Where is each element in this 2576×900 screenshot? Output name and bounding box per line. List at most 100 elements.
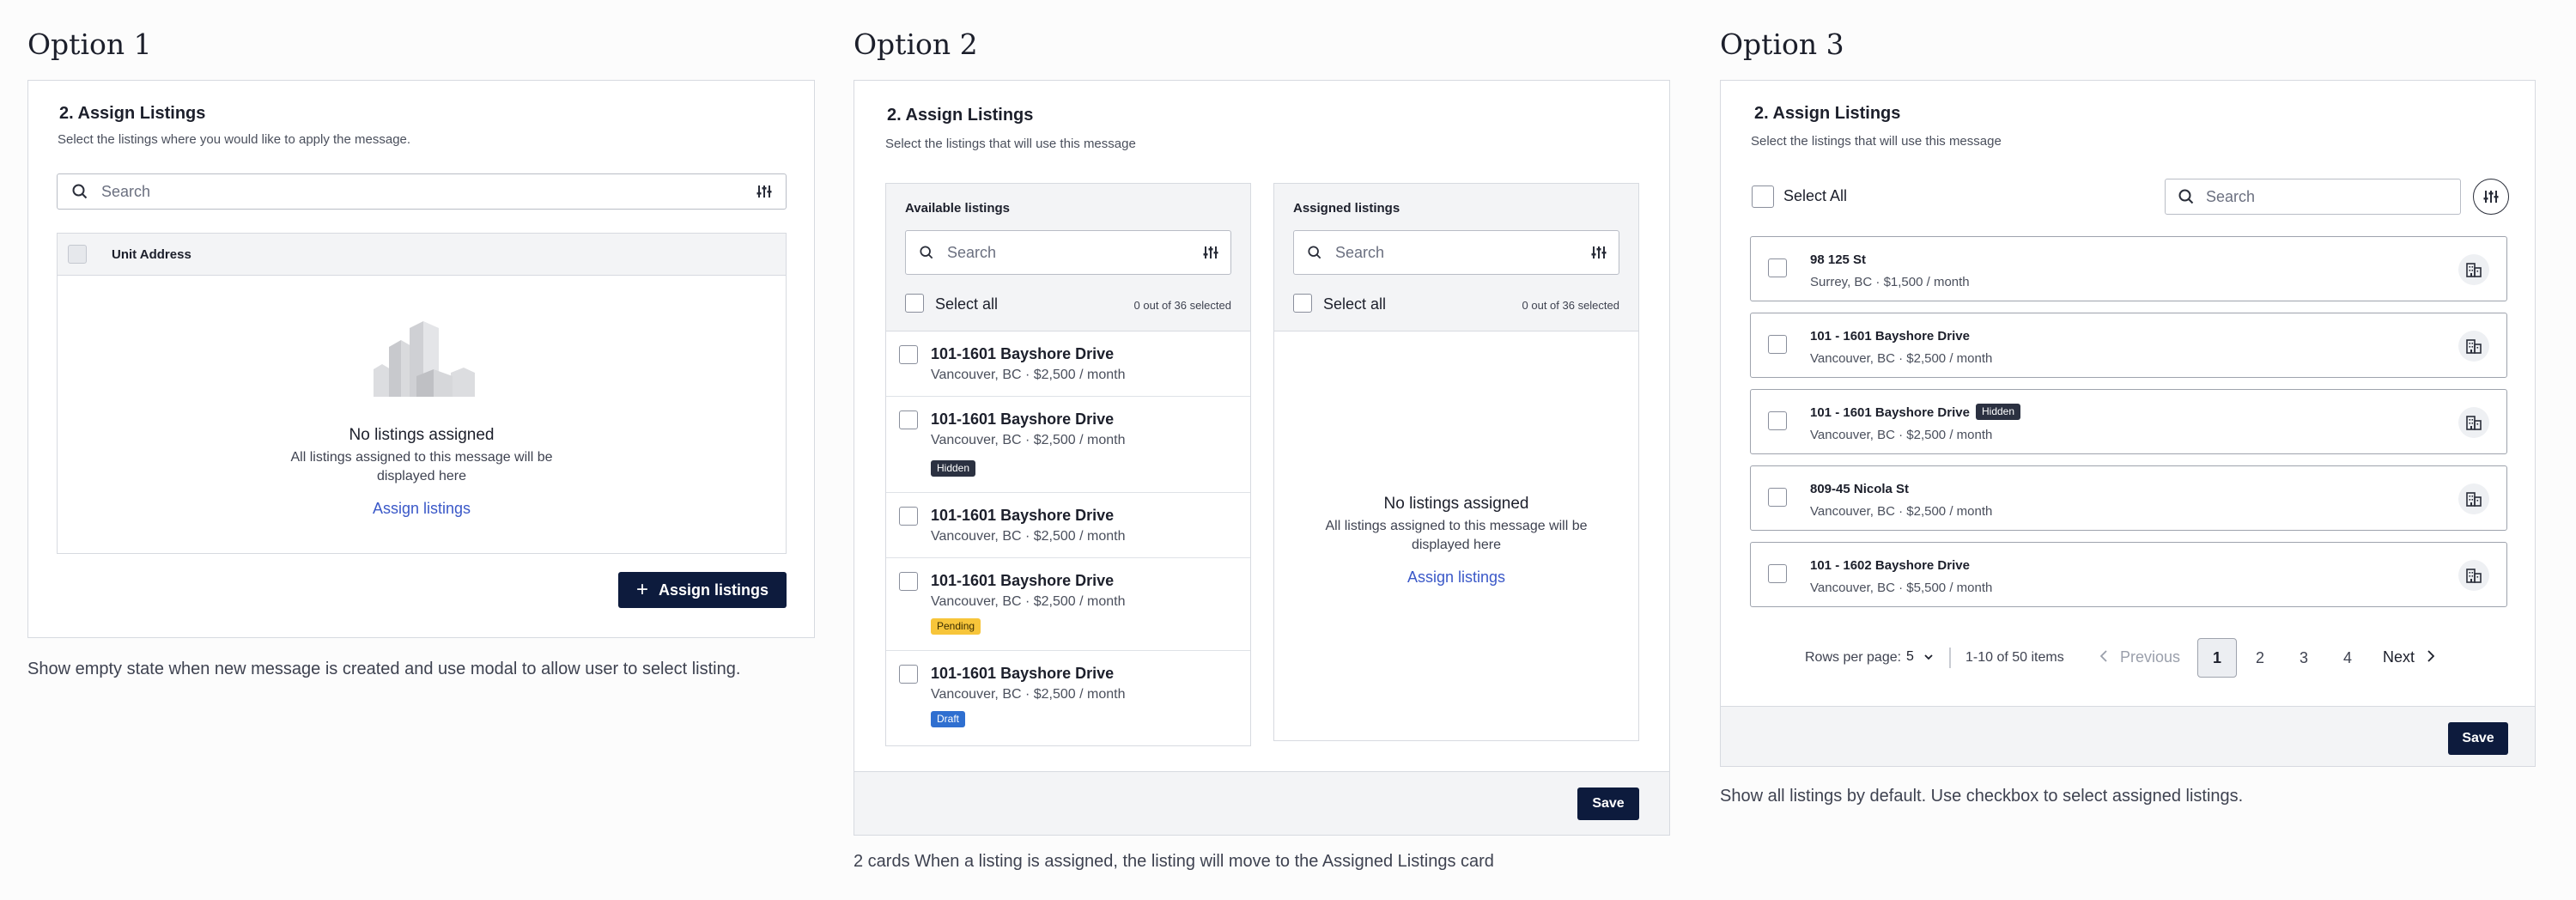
available-search-input[interactable]: Search <box>905 230 1231 275</box>
page-button[interactable]: 2 <box>2256 649 2264 667</box>
building-icon[interactable] <box>2458 407 2489 438</box>
rows-per-page-value: 5 <box>1906 649 1914 664</box>
listing-checkbox[interactable] <box>899 665 918 684</box>
listing-subtitle: Vancouver, BC · $2,500 / month <box>931 433 1126 447</box>
list-item[interactable]: 98 125 St Surrey, BC · $1,500 / month <box>1750 236 2507 301</box>
save-button[interactable]: Save <box>2448 722 2508 755</box>
list-item[interactable]: 101-1601 Bayshore Drive Vancouver, BC · … <box>886 651 1250 745</box>
list-item[interactable]: 101 - 1601 Bayshore Drive Vancouver, BC … <box>1750 313 2507 378</box>
save-button[interactable]: Save <box>1577 788 1639 820</box>
listing-title: 101 - 1602 Bayshore Drive <box>1810 558 1970 573</box>
plus-icon: + <box>635 578 648 601</box>
listing-checkbox[interactable] <box>899 572 918 591</box>
filter-icon[interactable] <box>1203 246 1218 259</box>
listing-subtitle: Vancouver, BC · $2,500 / month <box>931 529 1126 544</box>
rows-per-page-label: Rows per page: <box>1805 650 1902 665</box>
listing-checkbox[interactable] <box>1768 488 1787 507</box>
select-all-checkbox[interactable] <box>905 294 924 313</box>
available-card-header: Available listings Search Select all 0 o… <box>886 184 1250 331</box>
column-header-unit-address: Unit Address <box>112 247 191 262</box>
filter-icon[interactable] <box>2473 179 2509 215</box>
option-3-heading: Option 3 <box>1720 27 1844 61</box>
listing-checkbox[interactable] <box>1768 564 1787 583</box>
listing-checkbox[interactable] <box>899 410 918 429</box>
list-item[interactable]: 101-1601 Bayshore Drive Vancouver, BC · … <box>886 397 1250 493</box>
listing-subtitle: Surrey, BC · $1,500 / month <box>1810 275 1970 289</box>
listing-checkbox[interactable] <box>899 507 918 526</box>
building-icon[interactable] <box>2458 560 2489 591</box>
assigned-listings-title: Assigned listings <box>1293 201 1400 216</box>
status-badge: Draft <box>931 711 966 727</box>
listing-subtitle: Vancouver, BC · $2,500 / month <box>1810 504 1993 519</box>
available-listings-card: Available listings Search Select all 0 o… <box>885 183 1251 746</box>
search-icon <box>2178 189 2194 204</box>
assign-listings-link[interactable]: Assign listings <box>1274 569 1638 587</box>
listing-title: 101 - 1601 Bayshore Drive <box>1810 405 1970 420</box>
list-item[interactable]: 809-45 Nicola St Vancouver, BC · $2,500 … <box>1750 465 2507 531</box>
buildings-illustration-icon <box>365 321 477 397</box>
search-icon <box>72 184 88 199</box>
search-input[interactable]: Search <box>57 173 787 210</box>
select-all-checkbox[interactable] <box>68 245 87 264</box>
search-input[interactable]: Search <box>2165 179 2461 215</box>
section-title: 2. Assign Listings <box>59 104 206 123</box>
empty-state-desc-line1: All listings assigned to this message wi… <box>290 450 553 465</box>
pagination-range: 1-10 of 50 items <box>1965 650 2064 665</box>
option-3-footer: Save <box>1721 706 2535 766</box>
page-button[interactable]: 3 <box>2300 649 2308 667</box>
table-header-row: Unit Address <box>58 234 786 276</box>
next-label: Next <box>2383 648 2415 666</box>
listing-title: 101-1601 Bayshore Drive <box>931 572 1115 589</box>
assign-listings-link[interactable]: Assign listings <box>58 500 786 518</box>
select-all-checkbox[interactable] <box>1293 294 1312 313</box>
list-item[interactable]: 101 - 1601 Bayshore Drive Hidden Vancouv… <box>1750 389 2507 454</box>
select-all-label: Select all <box>1323 295 1387 313</box>
list-item[interactable]: 101-1601 Bayshore Drive Vancouver, BC · … <box>886 331 1250 397</box>
option-1-caption: Show empty state when new message is cre… <box>27 660 741 678</box>
listing-subtitle: Vancouver, BC · $2,500 / month <box>931 594 1126 609</box>
building-icon[interactable] <box>2458 483 2489 514</box>
page-button[interactable]: 4 <box>2343 649 2352 667</box>
option-2-heading: Option 2 <box>854 27 978 61</box>
selected-count: 0 out of 36 selected <box>1133 299 1231 312</box>
listings-table: Unit Address No listings assigned All li… <box>57 233 787 554</box>
empty-state-desc-line1: All listings assigned to this message wi… <box>1325 519 1588 533</box>
list-item[interactable]: 101-1601 Bayshore Drive Vancouver, BC · … <box>886 558 1250 651</box>
listing-checkbox[interactable] <box>1768 411 1787 430</box>
assigned-search-input[interactable]: Search <box>1293 230 1619 275</box>
status-badge: Hidden <box>1976 404 2021 420</box>
list-item[interactable]: 101 - 1602 Bayshore Drive Vancouver, BC … <box>1750 542 2507 607</box>
next-page-button[interactable]: Next <box>2383 648 2435 666</box>
listing-subtitle: Vancouver, BC · $5,500 / month <box>1810 581 1993 595</box>
chevron-down-icon <box>1924 654 1933 660</box>
listing-checkbox[interactable] <box>899 345 918 364</box>
pagination-divider <box>1949 648 1951 668</box>
page-button-active[interactable]: 1 <box>2197 638 2237 678</box>
filter-icon[interactable] <box>1591 246 1607 259</box>
option-2-panel: 2. Assign Listings Select the listings t… <box>854 80 1670 836</box>
building-icon[interactable] <box>2458 331 2489 362</box>
section-subtitle: Select the listings that will use this m… <box>1751 134 2002 149</box>
section-title: 2. Assign Listings <box>1754 104 1901 123</box>
assign-listings-button-label: Assign listings <box>658 581 769 599</box>
previous-label: Previous <box>2120 648 2181 666</box>
listing-title: 809-45 Nicola St <box>1810 482 1910 496</box>
option-1-heading: Option 1 <box>27 27 152 61</box>
listing-checkbox[interactable] <box>1768 258 1787 277</box>
assign-listings-button[interactable]: + Assign listings <box>618 572 787 608</box>
listing-checkbox[interactable] <box>1768 335 1787 354</box>
select-all-checkbox[interactable] <box>1752 185 1774 208</box>
option-3-caption: Show all listings by default. Use checkb… <box>1720 787 2244 806</box>
list-item[interactable]: 101-1601 Bayshore Drive Vancouver, BC · … <box>886 493 1250 558</box>
section-title: 2. Assign Listings <box>887 106 1034 125</box>
building-icon[interactable] <box>2458 254 2489 285</box>
empty-state-desc-line2: displayed here <box>376 469 467 483</box>
filter-icon[interactable] <box>756 185 772 198</box>
rows-per-page-select[interactable]: 5 <box>1906 649 1933 665</box>
listing-subtitle: Vancouver, BC · $2,500 / month <box>931 368 1126 382</box>
empty-state-title: No listings assigned <box>1383 495 1529 513</box>
previous-page-button[interactable]: Previous <box>2100 648 2180 666</box>
search-placeholder: Search <box>1335 243 1385 261</box>
section-subtitle: Select the listings where you would like… <box>58 132 411 147</box>
assigned-card-header: Assigned listings Search Select all 0 ou… <box>1274 184 1638 331</box>
